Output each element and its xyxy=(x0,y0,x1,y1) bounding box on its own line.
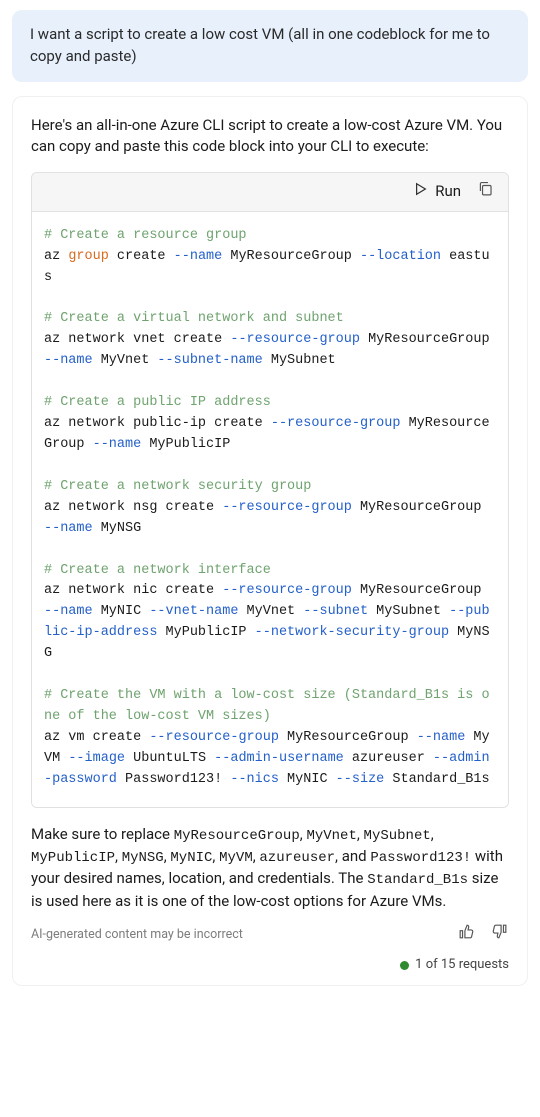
thumbs-up-icon xyxy=(457,922,476,941)
response-intro: Here's an all-in-one Azure CLI script to… xyxy=(31,115,509,159)
requests-text: 1 of 15 requests xyxy=(415,956,509,975)
thumbs-down-icon xyxy=(490,922,509,941)
assistant-response-card: Here's an all-in-one Azure CLI script to… xyxy=(12,96,528,986)
user-message: I want a script to create a low cost VM … xyxy=(12,10,528,82)
run-label: Run xyxy=(435,181,461,203)
response-outro: Make sure to replace MyResourceGroup, My… xyxy=(31,824,509,913)
play-icon xyxy=(414,181,428,203)
code-block: Run # Create a resource group az group c… xyxy=(31,172,509,808)
code-content[interactable]: # Create a resource group az group creat… xyxy=(32,212,508,807)
thumbs-up-button[interactable] xyxy=(457,922,476,948)
response-footer: AI-generated content may be incorrect xyxy=(31,922,509,948)
copy-icon xyxy=(477,180,494,204)
status-dot-icon xyxy=(400,961,409,970)
disclaimer-text: AI-generated content may be incorrect xyxy=(31,926,243,944)
copy-button[interactable] xyxy=(477,180,494,204)
thumbs-down-button[interactable] xyxy=(490,922,509,948)
code-header: Run xyxy=(32,173,508,212)
user-message-text: I want a script to create a low cost VM … xyxy=(30,25,490,65)
requests-counter: 1 of 15 requests xyxy=(31,956,509,975)
run-button[interactable]: Run xyxy=(414,181,461,203)
feedback-buttons xyxy=(457,922,509,948)
